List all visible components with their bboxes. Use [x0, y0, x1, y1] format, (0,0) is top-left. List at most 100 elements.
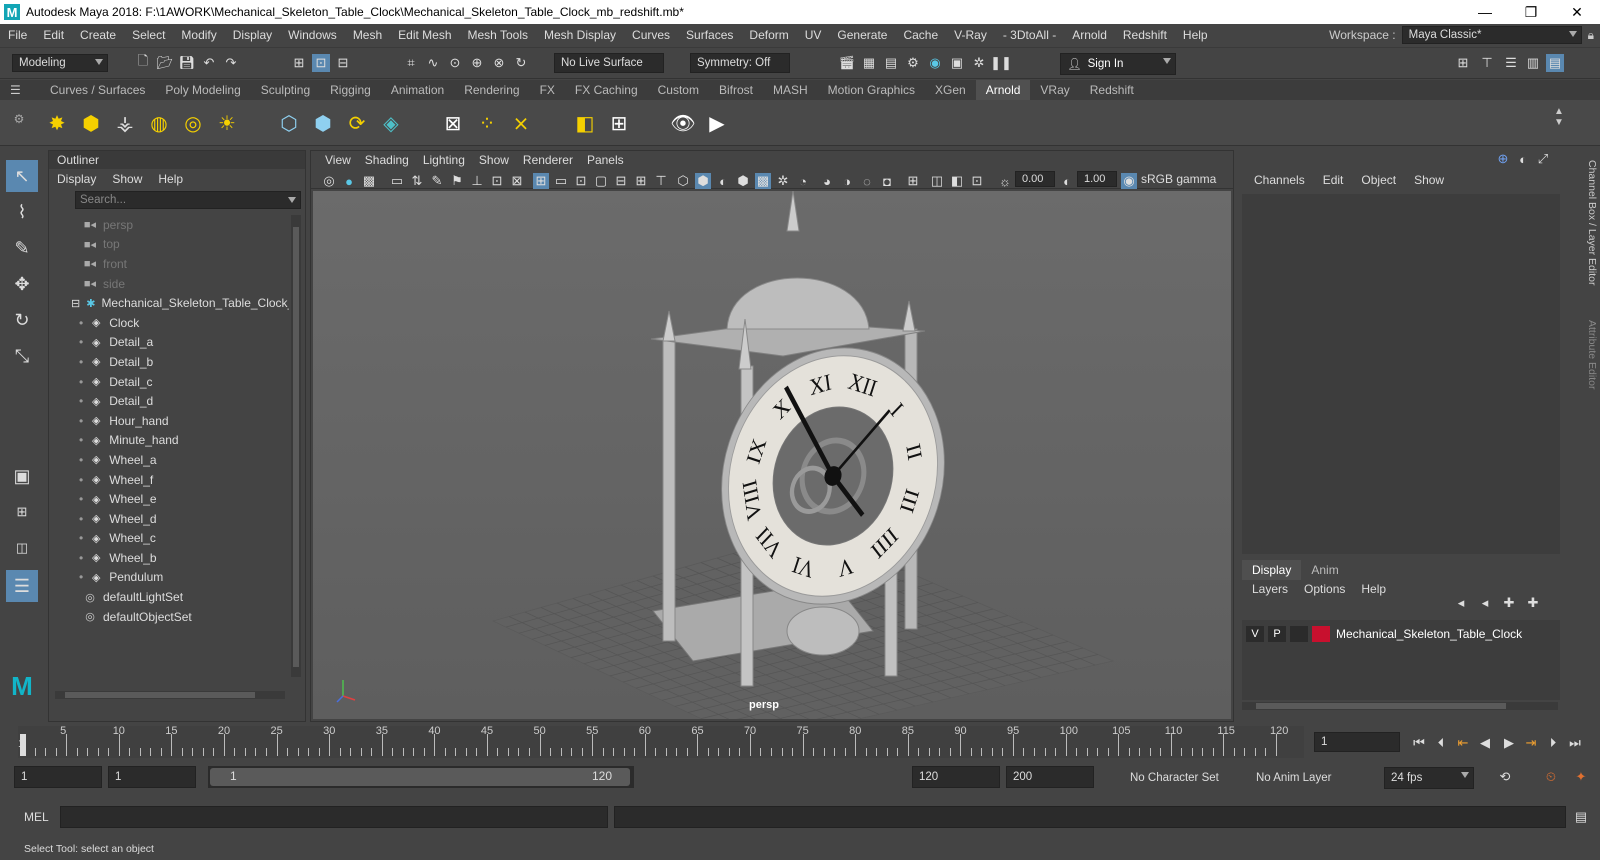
- scale-tool-icon[interactable]: ⤡: [6, 340, 38, 372]
- pause-icon[interactable]: ❚❚: [990, 54, 1012, 72]
- outliner-item[interactable]: • ◈ Wheel_a: [49, 450, 289, 470]
- menu-uv[interactable]: UV: [797, 28, 830, 42]
- shelf-tab-poly-modeling[interactable]: Poly Modeling: [155, 80, 250, 100]
- tool-settings-icon[interactable]: ☰: [1502, 54, 1520, 72]
- snap-surface-icon[interactable]: ⊗: [490, 54, 508, 72]
- wireframe-icon[interactable]: ⊞: [633, 173, 649, 189]
- playback-end-field[interactable]: 120: [912, 766, 1000, 788]
- menu-mesh-display[interactable]: Mesh Display: [536, 28, 624, 42]
- collapse-icon[interactable]: ⊟: [71, 297, 80, 310]
- mode-dropdown[interactable]: Modeling: [12, 54, 108, 72]
- shelf-tab-vray[interactable]: VRay: [1030, 80, 1079, 100]
- step-forward-icon[interactable]: ⏵: [1544, 734, 1562, 752]
- skydome-light-icon[interactable]: ◍: [144, 108, 174, 138]
- menu-deform[interactable]: Deform: [741, 28, 796, 42]
- two-view-icon[interactable]: ◫: [6, 532, 38, 564]
- layer-tab-anim[interactable]: Anim: [1301, 560, 1348, 580]
- menu-cache[interactable]: Cache: [895, 28, 946, 42]
- color-management-icon[interactable]: ◉: [1121, 173, 1137, 189]
- shelf-tab-rendering[interactable]: Rendering: [454, 80, 529, 100]
- menu-modify[interactable]: Modify: [173, 28, 224, 42]
- outliner-item[interactable]: • ◈ Detail_d: [49, 391, 289, 411]
- outliner-item[interactable]: ◎ defaultObjectSet: [49, 607, 289, 627]
- step-forward-key-icon[interactable]: ⇥: [1522, 734, 1540, 752]
- script-editor-icon[interactable]: ▤: [1572, 808, 1590, 826]
- menu-create[interactable]: Create: [72, 28, 124, 42]
- shelf-tab-arnold[interactable]: Arnold: [975, 80, 1031, 100]
- new-layer-selected-icon[interactable]: ✚: [1524, 594, 1542, 612]
- viewport-menu-lighting[interactable]: Lighting: [423, 153, 465, 167]
- single-view-icon[interactable]: ▣: [6, 460, 38, 492]
- outliner-item[interactable]: • ◈ Wheel_b: [49, 548, 289, 568]
- standin-icon[interactable]: ⬡: [274, 108, 304, 138]
- texture-manager-icon[interactable]: ⁘: [472, 108, 502, 138]
- layer-hscrollbar[interactable]: [1242, 702, 1558, 710]
- attribute-editor-side-tab[interactable]: Attribute Editor: [1584, 320, 1598, 410]
- fps-dropdown[interactable]: 24 fps: [1384, 767, 1474, 789]
- snap-rotate-icon[interactable]: ↻: [512, 54, 530, 72]
- gate-mask-icon[interactable]: ▭: [553, 173, 569, 189]
- shelf-settings-icon[interactable]: ⚙: [4, 104, 34, 134]
- lasso-tool-icon[interactable]: ⌇: [6, 196, 38, 228]
- attribute-editor-icon[interactable]: ⊤: [1478, 54, 1496, 72]
- select-hierarchy-icon[interactable]: ⊞: [290, 54, 308, 72]
- snap-point-icon[interactable]: ⊙: [446, 54, 464, 72]
- outliner-item[interactable]: ■◂ persp: [49, 215, 289, 235]
- menu-3dtoall[interactable]: - 3DtoAll -: [995, 28, 1064, 42]
- shelf-tab-xgen[interactable]: XGen: [925, 80, 976, 100]
- field-chart-icon[interactable]: ⊡: [573, 173, 589, 189]
- viewport-menu-renderer[interactable]: Renderer: [523, 153, 573, 167]
- channel-box-icon[interactable]: ▥: [1524, 54, 1542, 72]
- viewport-menu-panels[interactable]: Panels: [587, 153, 624, 167]
- shadows-icon[interactable]: ◔: [795, 173, 811, 189]
- layer-playback-toggle[interactable]: P: [1268, 626, 1286, 642]
- outliner-hscrollbar[interactable]: [55, 691, 285, 699]
- playback-start-field[interactable]: 1: [108, 766, 196, 788]
- undo-icon[interactable]: ↶: [200, 54, 218, 72]
- open-scene-icon[interactable]: 📂︎: [156, 54, 174, 72]
- go-to-start-icon[interactable]: ⏮: [1410, 734, 1428, 752]
- outliner-item[interactable]: ■◂ side: [49, 274, 289, 294]
- gamma-field[interactable]: 1.00: [1077, 171, 1117, 187]
- image-plane-icon[interactable]: ▭: [389, 173, 405, 189]
- anim-layer-dropdown[interactable]: No Anim Layer: [1250, 768, 1358, 788]
- shelf-tab-fx[interactable]: FX: [530, 80, 565, 100]
- xray-joints-icon[interactable]: ◫: [929, 173, 945, 189]
- go-to-end-icon[interactable]: ⏭: [1566, 734, 1584, 752]
- select-object-icon[interactable]: ⊡: [312, 54, 330, 72]
- new-layer-icon[interactable]: ✚: [1500, 594, 1518, 612]
- viewport-menu-shading[interactable]: Shading: [365, 153, 409, 167]
- resolution-gate-icon[interactable]: ⊠: [509, 173, 525, 189]
- camera-attributes-icon[interactable]: ●: [341, 173, 357, 189]
- backface-icon[interactable]: ⊡: [969, 173, 985, 189]
- shelf-tab-redshift[interactable]: Redshift: [1080, 80, 1144, 100]
- menu-edit-mesh[interactable]: Edit Mesh: [390, 28, 459, 42]
- menu-display[interactable]: Display: [225, 28, 280, 42]
- shelf-tab-curves-surfaces[interactable]: Curves / Surfaces: [40, 80, 155, 100]
- outliner-toggle-icon[interactable]: ▤: [1546, 54, 1564, 72]
- film-gate-icon[interactable]: ⊡: [489, 173, 505, 189]
- grid-icon[interactable]: ⊞: [533, 173, 549, 189]
- layer-menu-options[interactable]: Options: [1304, 582, 1345, 596]
- render-camera-icon[interactable]: ◧: [570, 108, 600, 138]
- menu-mesh[interactable]: Mesh: [345, 28, 390, 42]
- layer-color-swatch[interactable]: [1312, 626, 1330, 642]
- restore-button[interactable]: ❐: [1508, 0, 1554, 24]
- mesh-light-icon[interactable]: ⚶: [110, 108, 140, 138]
- anim-prefs-icon[interactable]: ✦: [1572, 768, 1590, 786]
- outliner-item[interactable]: • ◈ Detail_a: [49, 333, 289, 353]
- shelf-menu-icon[interactable]: ☰: [0, 83, 40, 97]
- current-time-marker[interactable]: [20, 734, 26, 756]
- flush-cache-icon[interactable]: ⊠: [438, 108, 468, 138]
- hud-icon[interactable]: ⊤: [653, 173, 669, 189]
- outliner-item[interactable]: • ◈ Pendulum: [49, 568, 289, 588]
- menu-mesh-tools[interactable]: Mesh Tools: [460, 28, 536, 42]
- smooth-shade-icon[interactable]: ⬢: [695, 173, 711, 189]
- outliner-item[interactable]: • ◈ Wheel_e: [49, 489, 289, 509]
- sign-in-button[interactable]: 👤︎ Sign In: [1060, 53, 1176, 75]
- outliner-item[interactable]: ■◂ front: [49, 254, 289, 274]
- safe-title-icon[interactable]: ⊟: [613, 173, 629, 189]
- viewport-menu-show[interactable]: Show: [479, 153, 509, 167]
- snap-grid-icon[interactable]: ⌗: [402, 54, 420, 72]
- step-back-icon[interactable]: ⏴: [1432, 734, 1450, 752]
